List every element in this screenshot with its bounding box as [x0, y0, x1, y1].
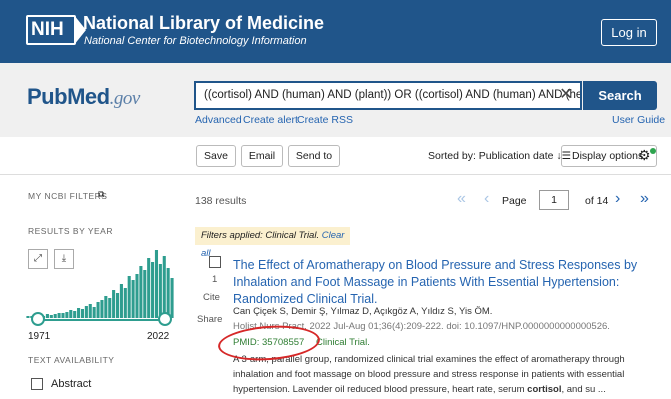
histogram-bar — [135, 274, 139, 318]
histogram-bar — [84, 306, 88, 318]
histogram-bar — [127, 276, 131, 318]
logo-med: Med — [67, 84, 110, 109]
save-button[interactable]: Save — [196, 145, 236, 167]
histogram-bar — [131, 280, 135, 318]
histogram-bar — [45, 314, 49, 318]
create-alert-link[interactable]: Create alert — [243, 114, 298, 126]
user-guide-link[interactable]: User Guide — [612, 114, 665, 126]
pubmed-logo[interactable]: PubMed.gov — [27, 84, 140, 110]
create-rss-link[interactable]: Create RSS — [297, 114, 353, 126]
prev-page-icon[interactable]: ‹ — [484, 190, 489, 208]
display-options-button[interactable]: Display options ⚙ — [561, 145, 657, 167]
advanced-link[interactable]: Advanced — [195, 114, 242, 126]
filters-text: Filters applied: Clinical Trial. — [201, 230, 320, 241]
logo-gov: .gov — [109, 88, 141, 109]
logo-pub: Pub — [27, 84, 68, 109]
histogram-bar — [115, 293, 120, 318]
histogram-bar — [123, 288, 127, 318]
abstract-checkbox[interactable] — [31, 378, 43, 390]
year-range-track[interactable] — [38, 319, 165, 321]
results-count: 138 results — [195, 195, 247, 207]
histogram-bar — [158, 264, 162, 318]
histogram-bar — [154, 250, 159, 318]
last-page-icon[interactable]: » — [640, 190, 649, 208]
results-by-year-heading: RESULTS BY YEAR — [28, 226, 113, 236]
result-publication-type: Clinical Trial. — [316, 337, 370, 348]
result-checkbox[interactable] — [209, 256, 221, 268]
result-title-link[interactable]: The Effect of Aromatherapy on Blood Pres… — [233, 257, 653, 308]
gear-icon: ⚙ — [638, 147, 651, 163]
search-band: PubMed.gov ((cortisol) AND (human) AND (… — [0, 63, 671, 137]
sort-selector[interactable]: Sorted by: Publication date ↓☰ — [428, 150, 571, 162]
result-authors: Can Çiçek S, Demir Ş, Yılmaz D, Açıkgöz … — [233, 306, 493, 317]
histogram-bar — [65, 312, 69, 318]
year-start-label: 1971 — [28, 331, 51, 342]
snippet-tail: , and su ... — [561, 384, 606, 395]
nlm-header: NIH National Library of Medicine Nationa… — [0, 0, 671, 63]
abstract-label: Abstract — [51, 378, 92, 390]
share-button[interactable]: Share — [197, 314, 222, 325]
send-to-button[interactable]: Send to — [288, 145, 340, 167]
filters-applied: Filters applied: Clinical Trial. Clear a… — [195, 227, 350, 259]
nlm-title[interactable]: National Library of Medicine — [83, 13, 324, 34]
histogram-bar — [53, 314, 57, 318]
search-button[interactable]: Search — [583, 81, 657, 110]
histogram-bar — [61, 313, 65, 318]
histogram-bar — [108, 298, 112, 318]
histogram-bar — [151, 262, 155, 318]
year-histogram[interactable] — [26, 240, 174, 320]
histogram-bar — [49, 315, 53, 318]
year-end-handle[interactable] — [158, 312, 172, 326]
email-button[interactable]: Email — [241, 145, 283, 167]
ncbi-subtitle: National Center for Biotechnology Inform… — [84, 35, 307, 47]
histogram-bar — [26, 316, 30, 318]
search-input[interactable]: ((cortisol) AND (human) AND (plant)) OR … — [194, 81, 582, 110]
histogram-bar — [139, 266, 143, 318]
histogram-bar — [96, 302, 100, 318]
histogram-bar — [112, 290, 116, 318]
result-number: 1 — [212, 274, 218, 285]
histogram-bar — [69, 310, 73, 318]
login-button[interactable]: Log in — [601, 19, 657, 46]
histogram-bar — [162, 256, 166, 318]
cite-button[interactable]: Cite — [203, 292, 220, 303]
result-snippet: A 3-arm, parallel group, randomized clin… — [233, 352, 663, 397]
histogram-bar — [119, 284, 123, 318]
histogram-bar — [104, 296, 108, 318]
year-end-label: 2022 — [147, 331, 170, 342]
histogram-bar — [143, 270, 147, 318]
clear-search-icon[interactable]: ✕ — [556, 85, 576, 105]
text-availability-heading: TEXT AVAILABILITY — [28, 355, 115, 365]
histogram-bar — [88, 304, 92, 318]
action-bar: Save Email Send to Sorted by: Publicatio… — [0, 137, 671, 175]
nih-logo[interactable]: NIH — [26, 15, 86, 45]
histogram-bar — [170, 278, 174, 318]
my-ncbi-filters-heading[interactable]: MY NCBI FILTERS — [28, 191, 107, 201]
page-label: Page — [502, 195, 527, 207]
external-link-icon[interactable]: ⧉ — [98, 189, 104, 200]
histogram-bar — [92, 307, 96, 318]
histogram-bar — [73, 311, 77, 318]
histogram-bar — [147, 258, 151, 318]
histogram-bar — [80, 309, 85, 318]
sort-label: Sorted by: Publication date — [428, 150, 554, 162]
histogram-bar — [77, 308, 81, 318]
next-page-icon[interactable]: › — [615, 190, 620, 208]
snippet-highlight: cortisol — [527, 384, 562, 395]
display-options-label: Display options — [572, 150, 644, 162]
histogram-bar — [166, 268, 170, 318]
first-page-icon[interactable]: « — [457, 190, 466, 208]
status-dot — [650, 148, 656, 154]
total-pages: of 14 — [585, 195, 609, 207]
histogram-bar — [100, 300, 104, 318]
page-number-input[interactable]: 1 — [539, 190, 569, 210]
year-start-handle[interactable] — [31, 312, 45, 326]
histogram-bar — [57, 313, 61, 318]
